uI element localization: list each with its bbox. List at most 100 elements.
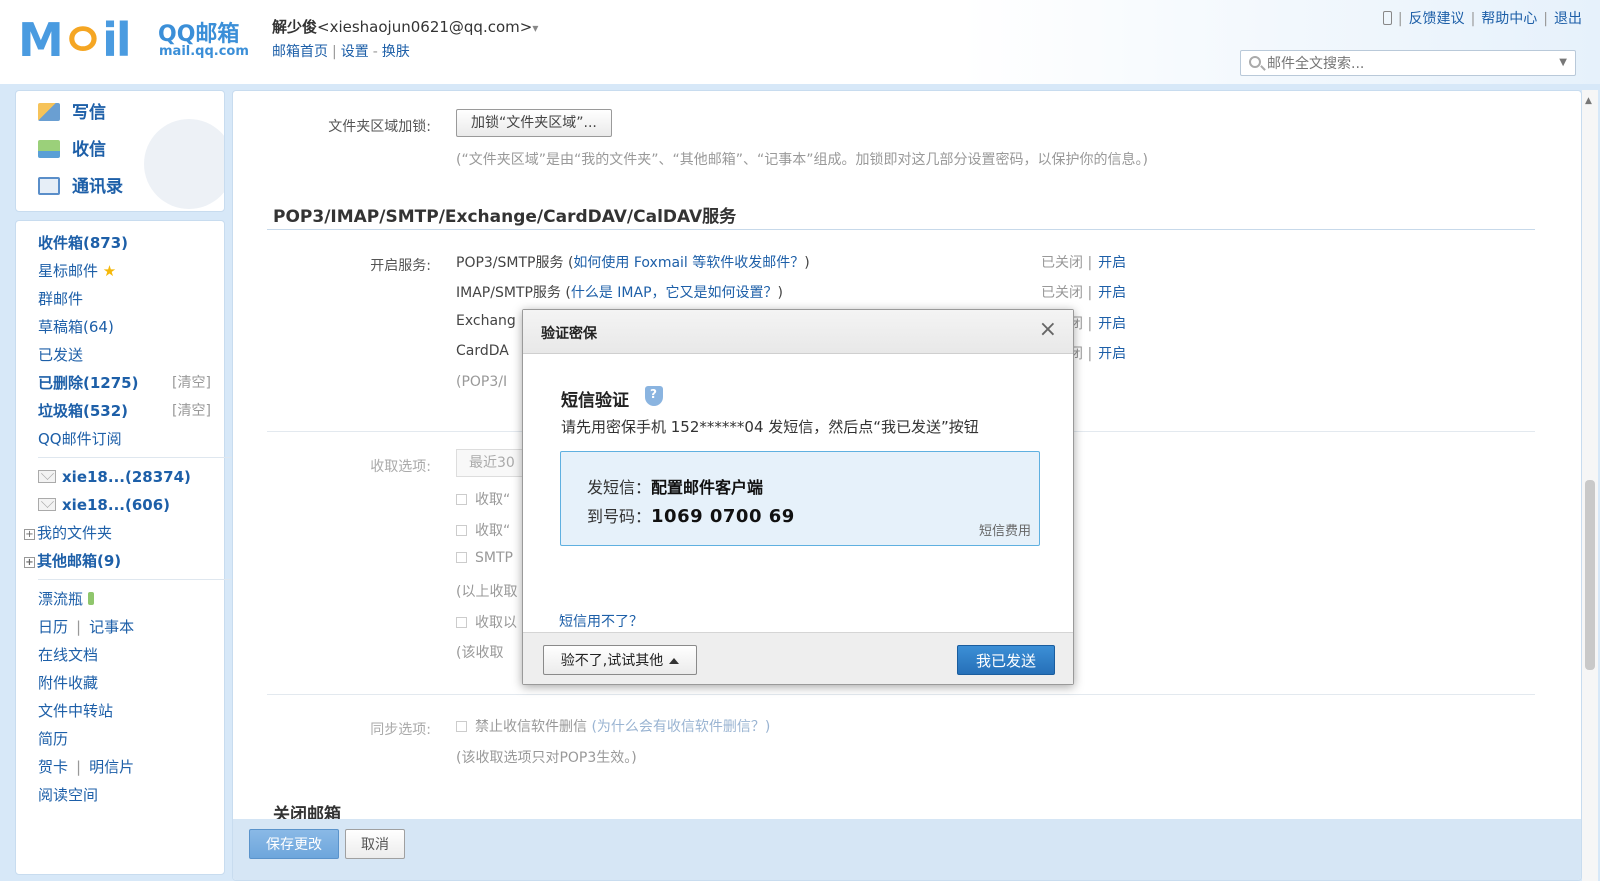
folder-other-mailboxes[interactable]: + 其他邮箱(9) (24, 548, 121, 574)
logo-domain: mail.qq.com (159, 44, 249, 59)
deleted-clear-link[interactable]: [清空] (172, 370, 211, 396)
section-divider (267, 694, 1535, 695)
feedback-link[interactable]: 反馈建议 (1409, 11, 1465, 27)
contacts-icon (38, 177, 60, 195)
checkbox[interactable] (456, 617, 467, 628)
account-dropdown-icon[interactable]: ▾ (532, 21, 538, 35)
pop3-note: (POP3/I (456, 374, 508, 390)
folder-account-1[interactable]: xie18...(28374) (38, 464, 191, 490)
services-section-title: POP3/IMAP/SMTP/Exchange/CardDAV/CalDAV服务 (273, 207, 737, 227)
folder-deleted[interactable]: 已删除(1275) [清空] (38, 370, 211, 396)
scrollbar[interactable]: ▲ (1582, 90, 1598, 881)
imap-status: 已关闭 | 开启 (1041, 285, 1127, 301)
search-input[interactable] (1267, 54, 1557, 73)
app-postcards[interactable]: 明信片 (89, 758, 134, 776)
receive-option-3[interactable]: SMTP (456, 550, 513, 566)
shield-help-icon[interactable] (645, 386, 663, 406)
pop3-enable-link[interactable]: 开启 (1098, 255, 1126, 271)
folder-sent[interactable]: 已发送 (38, 342, 83, 368)
exchange-enable-link[interactable]: 开启 (1098, 316, 1126, 332)
receive-options-label: 收取选项: (370, 459, 431, 475)
contacts-button[interactable]: 通讯录 (38, 172, 123, 202)
sms-fee-label: 短信费用 (978, 524, 1031, 539)
logo-mark: Mㅇil (18, 13, 132, 67)
receive-option-1[interactable]: 收取“ (456, 489, 510, 509)
nav-settings-link[interactable]: 设置 (341, 44, 369, 60)
folder-starred[interactable]: 星标邮件 ★ (38, 258, 116, 284)
service-carddav: CardDA (456, 343, 509, 359)
checkbox[interactable] (456, 494, 467, 505)
enable-service-label: 开启服务: (370, 258, 431, 274)
folder-inbox[interactable]: 收件箱(873) (38, 230, 128, 256)
sms-content-value: 配置邮件客户端 (651, 478, 764, 497)
qq-penguin-decoration (144, 119, 224, 209)
folder-subscription[interactable]: QQ邮件订阅 (38, 426, 122, 452)
imap-enable-link[interactable]: 开启 (1098, 285, 1126, 301)
mail-icon (38, 470, 56, 483)
bottle-icon (88, 592, 95, 605)
user-name: 解少俊 (272, 18, 318, 36)
app-resume[interactable]: 简历 (38, 726, 68, 752)
expand-icon[interactable]: + (24, 557, 35, 568)
folder-spam[interactable]: 垃圾箱(532) [清空] (38, 398, 211, 424)
sms-info-box: 发短信：配置邮件客户端 到号码：1069 0700 69 短信费用 (560, 451, 1040, 546)
try-other-button[interactable]: 验不了,试试其他 (543, 645, 697, 675)
sync-help-link[interactable]: (为什么会有收信软件删信？) (591, 719, 770, 735)
header-nav: 邮箱首页 | 设置 - 换肤 (272, 44, 410, 60)
i-have-sent-button[interactable]: 我已发送 (957, 645, 1055, 675)
folder-lock-button[interactable]: 加锁“文件夹区域”... (456, 109, 612, 137)
receive-button[interactable]: 收信 (38, 135, 106, 165)
search-box[interactable]: ▼ (1240, 50, 1576, 76)
dialog-footer: 验不了,试试其他 我已发送 (523, 632, 1073, 684)
app-notebook[interactable]: 记事本 (89, 618, 134, 636)
user-email: <xieshaojun0621@qq.com> (317, 18, 533, 36)
app-calendar[interactable]: 日历 (38, 618, 68, 636)
save-button[interactable]: 保存更改 (249, 829, 339, 859)
dialog-title: 验证密保 (541, 326, 597, 342)
service-exchange: Exchang (456, 313, 516, 329)
checkbox[interactable] (456, 525, 467, 536)
sync-option[interactable]: 禁止收信软件删信 (为什么会有收信软件删信？) (456, 716, 770, 736)
app-drift-bottle[interactable]: 漂流瓶 (38, 586, 95, 612)
search-dropdown-icon[interactable]: ▼ (1559, 57, 1567, 68)
logout-link[interactable]: 退出 (1554, 11, 1582, 27)
sidebar-divider (38, 457, 234, 458)
receive-option-2[interactable]: 收取“ (456, 520, 510, 540)
folder-group[interactable]: 群邮件 (38, 286, 83, 312)
checkbox[interactable] (456, 552, 467, 563)
sync-note: (该收取选项只对POP3生效。) (456, 750, 637, 766)
app-online-docs[interactable]: 在线文档 (38, 642, 98, 668)
sync-options-label: 同步选项: (370, 722, 431, 738)
mail-icon (38, 498, 56, 511)
sms-verify-title: 短信验证 (561, 391, 629, 411)
write-button[interactable]: 写信 (38, 98, 106, 128)
folder-drafts[interactable]: 草稿箱(64) (38, 314, 114, 340)
help-link[interactable]: 帮助中心 (1481, 11, 1537, 27)
imap-help-link[interactable]: 什么是 IMAP，它又是如何设置？ (571, 285, 778, 301)
receive-option-4[interactable]: 收取以 (456, 612, 517, 632)
dialog-header: 验证密保 × (523, 310, 1073, 354)
expand-icon[interactable]: + (24, 529, 35, 540)
cancel-button[interactable]: 取消 (345, 829, 405, 859)
nav-home-link[interactable]: 邮箱首页 (272, 44, 328, 60)
user-account[interactable]: 解少俊<xieshaojun0621@qq.com>▾ (272, 16, 538, 37)
app-file-transfer[interactable]: 文件中转站 (38, 698, 113, 724)
scroll-up-icon[interactable]: ▲ (1585, 96, 1592, 106)
phone-icon[interactable] (1382, 11, 1392, 25)
app-attachments[interactable]: 附件收藏 (38, 670, 98, 696)
sms-unavailable-link[interactable]: 短信用不了？ (559, 611, 643, 631)
close-icon[interactable]: × (1039, 319, 1057, 341)
app-greeting-cards[interactable]: 贺卡 (38, 758, 68, 776)
scroll-thumb[interactable] (1585, 480, 1595, 670)
carddav-enable-link[interactable]: 开启 (1098, 346, 1126, 362)
pop3-help-link[interactable]: 如何使用 Foxmail 等软件收发邮件？ (573, 255, 804, 271)
qq-mail-logo[interactable]: Mㅇil QQ邮箱 mail.qq.com (18, 13, 249, 67)
folder-account-2[interactable]: xie18...(606) (38, 492, 170, 518)
checkbox[interactable] (456, 721, 467, 732)
spam-clear-link[interactable]: [清空] (172, 398, 211, 424)
receive-note-2: (该收取 (456, 645, 504, 661)
folder-my-folders[interactable]: + 我的文件夹 (24, 520, 112, 546)
app-reading-space[interactable]: 阅读空间 (38, 782, 98, 808)
top-links: | 反馈建议 | 帮助中心 | 退出 (1382, 8, 1582, 28)
nav-skin-link[interactable]: 换肤 (382, 44, 410, 60)
